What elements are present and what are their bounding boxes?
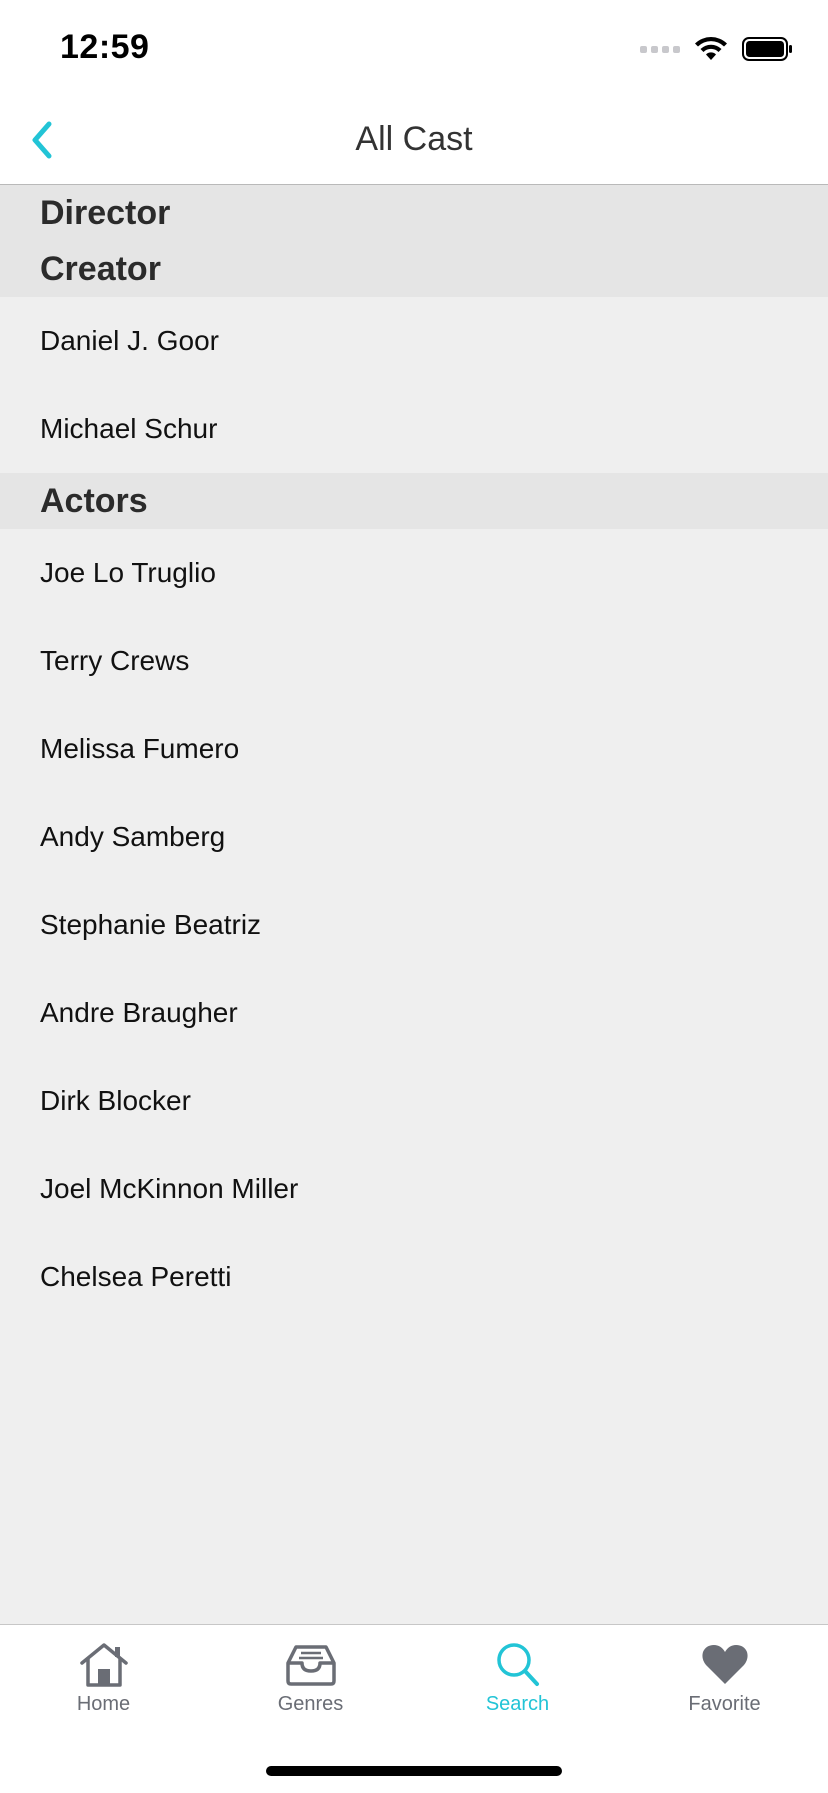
wifi-icon (695, 37, 727, 60)
tab-home[interactable]: Home (0, 1641, 207, 1716)
list-item[interactable]: Michael Schur (0, 385, 828, 473)
list-item[interactable]: Andre Braugher (0, 969, 828, 1057)
page-title: All Cast (355, 120, 473, 158)
list-item[interactable]: Andy Samberg (0, 793, 828, 881)
cellular-signal-icon (640, 45, 680, 53)
section-title-director: Director (40, 194, 171, 232)
list-item[interactable]: Joel McKinnon Miller (0, 1145, 828, 1233)
list-item[interactable]: Dirk Blocker (0, 1057, 828, 1145)
section-title-creator: Creator (40, 250, 161, 288)
tab-label-genres: Genres (277, 1693, 344, 1715)
list-item[interactable]: Daniel J. Goor (0, 297, 828, 385)
section-title-actors: Actors (40, 482, 148, 520)
section-header-crew: Director Creator (0, 185, 828, 297)
status-time: 12:59 (60, 28, 150, 66)
tab-search[interactable]: Search (414, 1641, 621, 1716)
search-icon (496, 1643, 539, 1686)
list-item[interactable]: Melissa Fumero (0, 705, 828, 793)
home-indicator[interactable] (266, 1766, 562, 1776)
inbox-icon (285, 1645, 336, 1686)
list-item[interactable]: Stephanie Beatriz (0, 881, 828, 969)
cast-list: Director Creator Daniel J. Goor Michael … (0, 185, 828, 1321)
tab-label-home: Home (76, 1693, 131, 1715)
navigation-bar: All Cast (0, 96, 828, 185)
heart-icon (701, 1645, 748, 1684)
list-item[interactable]: Joe Lo Truglio (0, 529, 828, 617)
tab-favorite[interactable]: Favorite (621, 1641, 828, 1716)
tab-genres[interactable]: Genres (207, 1641, 414, 1716)
tab-label-search: Search (485, 1693, 550, 1715)
list-item[interactable]: Chelsea Peretti (0, 1233, 828, 1321)
battery-icon (742, 37, 792, 61)
tab-label-favorite: Favorite (688, 1693, 761, 1715)
status-bar: 12:59 (0, 0, 828, 96)
list-item[interactable]: Terry Crews (0, 617, 828, 705)
status-icons (640, 36, 794, 62)
section-header-actors: Actors (0, 473, 828, 529)
home-icon (79, 1643, 128, 1687)
